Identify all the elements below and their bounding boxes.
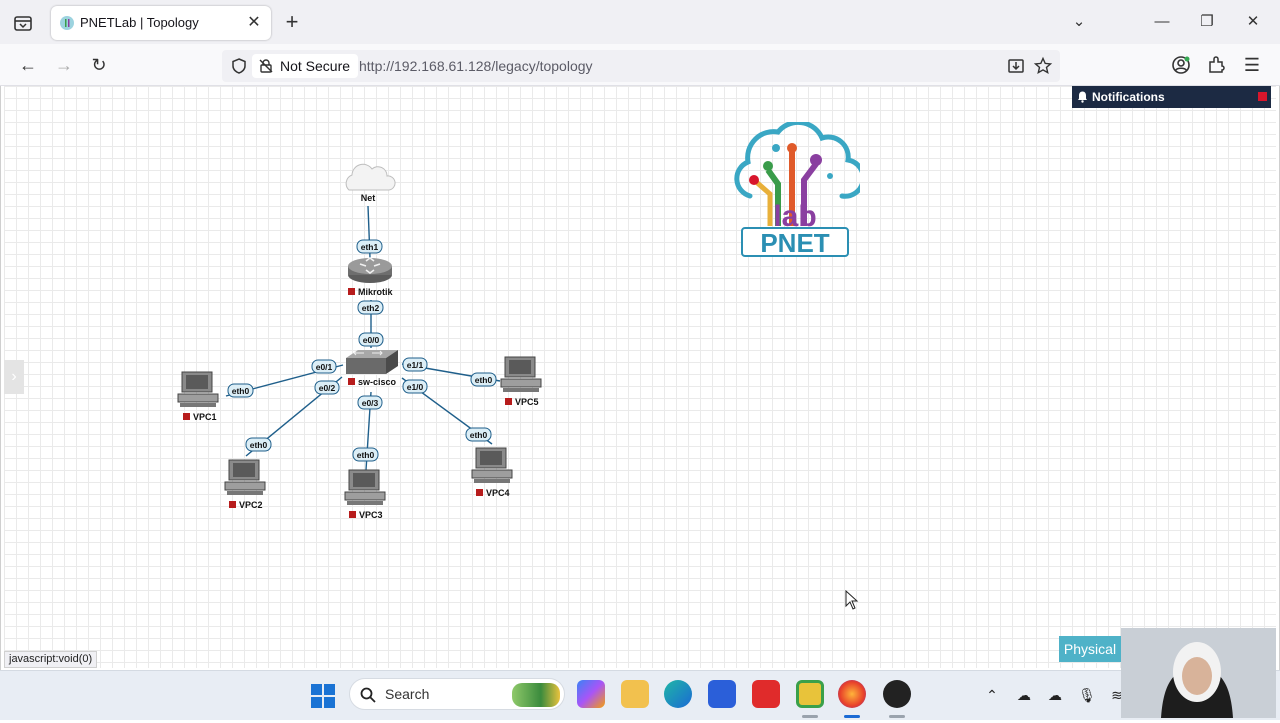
port-label-sw-e02: e0/2: [319, 383, 336, 393]
node-label-vpc4: VPC4: [486, 488, 510, 498]
node-label-vpc5: VPC5: [515, 397, 539, 407]
pnetlab-logo: lab PNET: [734, 122, 860, 258]
copilot-icon[interactable]: [577, 680, 605, 708]
vpc2-pc-icon[interactable]: [224, 459, 266, 495]
taskbar-search[interactable]: Search: [349, 678, 565, 710]
physical-view-button[interactable]: Physical: [1059, 636, 1121, 662]
status-switch: [348, 378, 355, 385]
cloud-sync-icon[interactable]: ☁: [1015, 686, 1033, 704]
running-indicator-active: [844, 715, 860, 718]
microphone-icon[interactable]: 🎙: [1078, 686, 1096, 704]
status-vpc4: [476, 489, 483, 496]
mouse-cursor-icon: [845, 590, 859, 610]
presenter-image: [1121, 628, 1276, 718]
node-label-vpc2: VPC2: [239, 500, 263, 510]
wps-office-icon[interactable]: [752, 680, 780, 708]
firefox-icon[interactable]: [838, 680, 866, 708]
store-icon[interactable]: [708, 680, 736, 708]
edge-icon[interactable]: [664, 680, 692, 708]
vpc5-pc-icon[interactable]: [500, 356, 542, 392]
port-label-sw-e10: e1/0: [407, 382, 424, 392]
search-highlight-image: [512, 683, 560, 707]
port-label-vpc5-eth0: eth0: [475, 375, 493, 385]
running-indicator: [889, 715, 905, 718]
status-mikrotik: [348, 288, 355, 295]
node-label-mikrotik: Mikrotik: [358, 287, 394, 297]
cloud-net-icon[interactable]: [345, 163, 396, 191]
status-vpc1: [183, 413, 190, 420]
running-indicator: [802, 715, 818, 718]
port-label-vpc1-eth0: eth0: [232, 386, 250, 396]
status-bar-link: javascript:void(0): [4, 651, 98, 668]
port-label-vpc4-eth0: eth0: [470, 430, 488, 440]
node-label-switch: sw-cisco: [358, 377, 397, 387]
topology-diagram: Net Mikrotik sw-cisco VPC1 VPC2 VPC3 VPC…: [177, 163, 542, 520]
vpc3-pc-icon[interactable]: [344, 469, 386, 505]
windows-start-icon[interactable]: [310, 683, 336, 709]
port-label-sw-e01: e0/1: [316, 362, 333, 372]
port-label-sw-e03: e0/3: [362, 398, 379, 408]
logo-pnet-text: PNET: [760, 228, 829, 258]
status-vpc3: [349, 511, 356, 518]
port-label-vpc2-eth0: eth0: [250, 440, 268, 450]
switch-cisco-icon[interactable]: [346, 350, 398, 374]
status-vpc5: [505, 398, 512, 405]
node-label-net: Net: [361, 193, 376, 203]
obs-icon[interactable]: [883, 680, 911, 708]
port-label-mikrotik-eth2: eth2: [362, 303, 380, 313]
taskbar: Search ⌃ ☁ ☁ 🎙 ≋: [0, 670, 1280, 720]
vpc4-pc-icon[interactable]: [471, 447, 513, 483]
vpc1-pc-icon[interactable]: [177, 371, 219, 407]
router-mikrotik-icon[interactable]: [348, 257, 392, 283]
onedrive-icon[interactable]: ☁: [1046, 686, 1064, 704]
port-label-vpc3-eth0: eth0: [357, 450, 375, 460]
file-explorer-icon[interactable]: [621, 680, 649, 708]
search-icon: [360, 687, 376, 703]
status-vpc2: [229, 501, 236, 508]
search-label: Search: [385, 686, 430, 702]
tray-overflow-icon[interactable]: ⌃: [983, 686, 1001, 704]
network-app-icon[interactable]: [796, 680, 824, 708]
port-label-sw-e11: e1/1: [407, 360, 424, 370]
node-label-vpc3: VPC3: [359, 510, 383, 520]
node-label-vpc1: VPC1: [193, 412, 217, 422]
webcam-overlay: [1121, 628, 1276, 718]
port-label-sw-e00: e0/0: [363, 335, 380, 345]
port-label-mikrotik-eth1: eth1: [361, 242, 379, 252]
